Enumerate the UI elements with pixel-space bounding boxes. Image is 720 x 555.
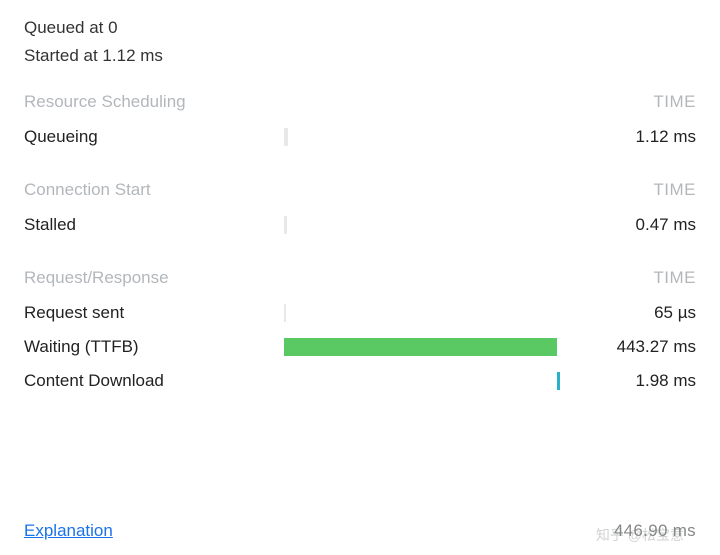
bar-track-waiting-ttfb bbox=[284, 336, 560, 358]
row-content-download: Content Download 1.98 ms bbox=[24, 364, 696, 398]
value-stalled: 0.47 ms bbox=[576, 215, 696, 235]
time-header-scheduling: TIME bbox=[653, 92, 696, 112]
bar-track-queueing bbox=[284, 126, 560, 148]
label-queueing: Queueing bbox=[24, 127, 284, 147]
queued-at-text: Queued at 0 bbox=[24, 18, 696, 38]
value-queueing: 1.12 ms bbox=[576, 127, 696, 147]
row-waiting-ttfb: Waiting (TTFB) 443.27 ms bbox=[24, 330, 696, 364]
bar-stalled bbox=[284, 216, 287, 234]
time-header-connection: TIME bbox=[653, 180, 696, 200]
section-connection-start: Connection Start TIME Stalled 0.47 ms bbox=[24, 180, 696, 242]
section-title-connection: Connection Start bbox=[24, 180, 151, 200]
bar-track-content-download bbox=[284, 370, 560, 392]
row-request-sent: Request sent 65 µs bbox=[24, 296, 696, 330]
bar-track-request-sent bbox=[284, 302, 560, 324]
label-stalled: Stalled bbox=[24, 215, 284, 235]
section-request-response: Request/Response TIME Request sent 65 µs… bbox=[24, 268, 696, 398]
explanation-link[interactable]: Explanation bbox=[24, 521, 113, 541]
bar-track-stalled bbox=[284, 214, 560, 236]
started-at-text: Started at 1.12 ms bbox=[24, 46, 696, 66]
label-content-download: Content Download bbox=[24, 371, 284, 391]
label-waiting-ttfb: Waiting (TTFB) bbox=[24, 337, 284, 357]
row-stalled: Stalled 0.47 ms bbox=[24, 208, 696, 242]
value-content-download: 1.98 ms bbox=[576, 371, 696, 391]
bar-content-download bbox=[557, 372, 560, 390]
value-waiting-ttfb: 443.27 ms bbox=[576, 337, 696, 357]
value-request-sent: 65 µs bbox=[576, 303, 696, 323]
bar-waiting-ttfb bbox=[284, 338, 557, 356]
section-title-request-response: Request/Response bbox=[24, 268, 169, 288]
bar-request-sent bbox=[284, 304, 286, 322]
section-resource-scheduling: Resource Scheduling TIME Queueing 1.12 m… bbox=[24, 92, 696, 154]
total-time: 446.90 ms bbox=[614, 521, 696, 541]
bar-queueing bbox=[284, 128, 288, 146]
row-queueing: Queueing 1.12 ms bbox=[24, 120, 696, 154]
footer: Explanation 446.90 ms bbox=[24, 521, 696, 541]
section-title-scheduling: Resource Scheduling bbox=[24, 92, 186, 112]
time-header-request-response: TIME bbox=[653, 268, 696, 288]
label-request-sent: Request sent bbox=[24, 303, 284, 323]
